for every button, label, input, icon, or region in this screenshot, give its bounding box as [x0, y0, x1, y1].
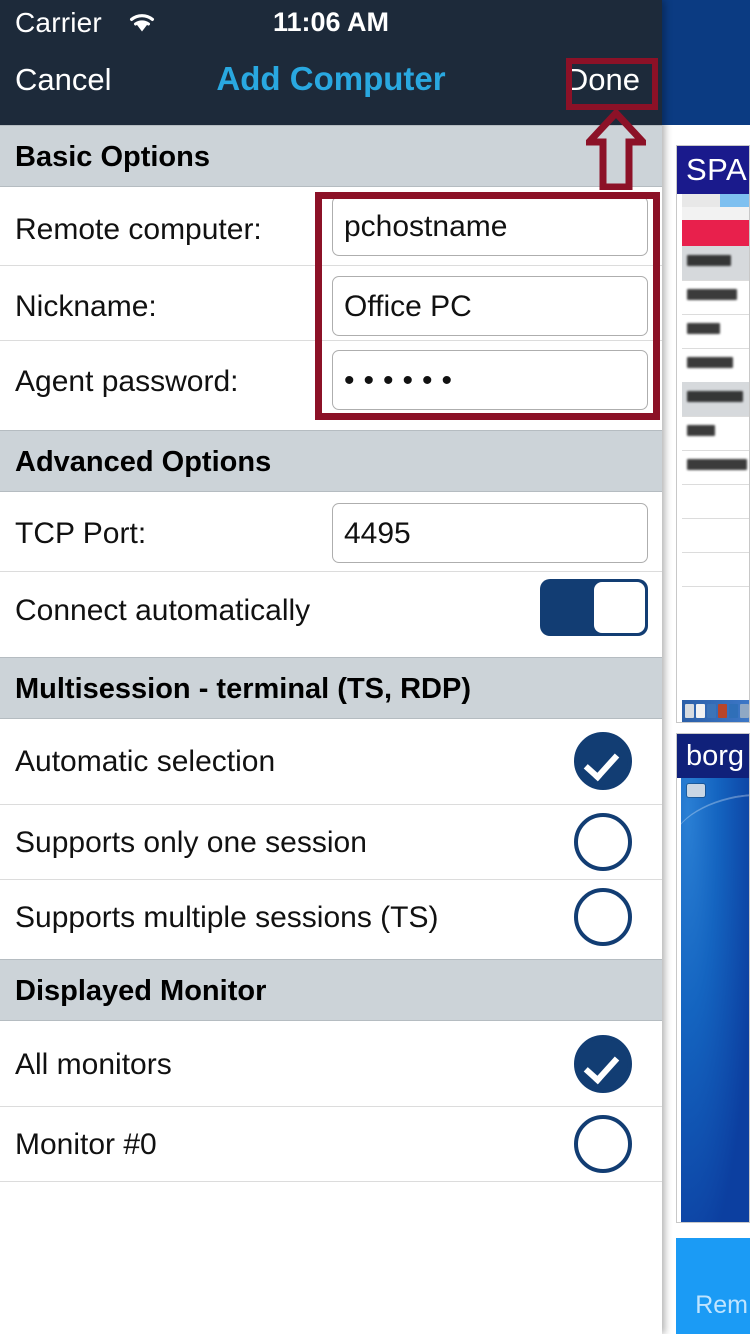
section-header-label: Multisession - terminal (TS, RDP): [15, 673, 471, 705]
row-label: Remote computer:: [15, 213, 262, 246]
row-label: Monitor #0: [15, 1128, 157, 1161]
radio-supports-one-session[interactable]: [574, 813, 632, 871]
page-title: Add Computer: [216, 60, 446, 97]
annotation-highlight-basic-fields: [315, 192, 660, 420]
background-bottom-bar-label: Rem: [695, 1291, 748, 1319]
computer-thumbnail-card[interactable]: SPAR: [676, 145, 750, 723]
toggle-knob: [594, 582, 645, 633]
annotation-highlight-done-button: [566, 58, 658, 110]
radio-automatic-selection[interactable]: [574, 732, 632, 790]
row-automatic-selection[interactable]: Automatic selection: [0, 719, 662, 804]
section-header-advanced-options: Advanced Options: [0, 430, 662, 492]
section-header-label: Basic Options: [15, 141, 210, 173]
row-label: Agent password:: [15, 365, 239, 398]
radio-all-monitors[interactable]: [574, 1035, 632, 1093]
section-header-label: Displayed Monitor: [15, 975, 267, 1007]
section-header-displayed-monitor: Displayed Monitor: [0, 959, 662, 1021]
row-monitor-0[interactable]: Monitor #0: [0, 1107, 662, 1181]
row-label: Nickname:: [15, 290, 157, 323]
tcp-port-value: 4495: [344, 517, 411, 550]
row-label: All monitors: [15, 1048, 172, 1081]
section-header-label: Advanced Options: [15, 446, 272, 478]
navigation-bar: Cancel Add Computer Done: [0, 42, 662, 125]
computer-card-preview: [681, 778, 749, 1222]
row-label: Supports multiple sessions (TS): [15, 901, 439, 934]
computer-thumbnail-card[interactable]: borg: [676, 733, 750, 1223]
background-bottom-bar[interactable]: Rem: [676, 1238, 750, 1334]
computer-card-title: SPAR: [677, 146, 749, 194]
connect-automatically-toggle[interactable]: [540, 579, 648, 636]
section-header-basic-options: Basic Options: [0, 125, 662, 187]
status-bar: Carrier 11:06 AM: [0, 0, 662, 42]
status-bar-time: 11:06 AM: [272, 7, 390, 37]
row-supports-multiple-sessions[interactable]: Supports multiple sessions (TS): [0, 880, 662, 954]
up-arrow-annotation-icon: [586, 110, 646, 190]
radio-monitor-0[interactable]: [574, 1115, 632, 1173]
row-tcp-port[interactable]: TCP Port: 4495: [0, 492, 662, 571]
section-header-multisession: Multisession - terminal (TS, RDP): [0, 657, 662, 719]
row-label: Supports only one session: [15, 826, 367, 859]
desktop-shortcut-icon: [687, 784, 705, 797]
computer-card-preview: [682, 194, 749, 722]
row-all-monitors[interactable]: All monitors: [0, 1021, 662, 1106]
row-label: Automatic selection: [15, 745, 276, 778]
computer-card-title: borg: [677, 734, 749, 778]
radio-supports-multiple-sessions[interactable]: [574, 888, 632, 946]
background-navbar: [662, 0, 750, 125]
tcp-port-input[interactable]: 4495: [332, 503, 648, 563]
row-label: Connect automatically: [15, 594, 311, 627]
row-label: TCP Port:: [15, 517, 147, 550]
row-supports-one-session[interactable]: Supports only one session: [0, 805, 662, 879]
